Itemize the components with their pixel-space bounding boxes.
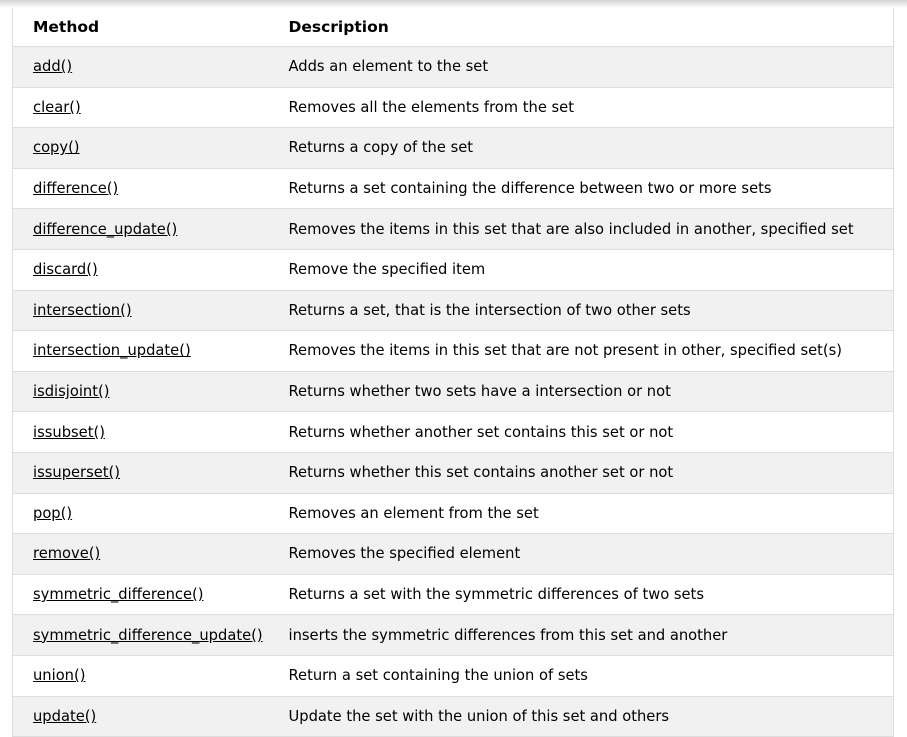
method-cell: remove() <box>12 533 271 575</box>
method-link[interactable]: intersection_update() <box>33 342 191 359</box>
table-header-row: Method Description <box>12 7 894 47</box>
table-row: intersection() Returns a set, that is the… <box>12 290 894 332</box>
method-link[interactable]: copy() <box>33 139 80 156</box>
table-row: difference() Returns a set containing the… <box>12 168 894 210</box>
method-link[interactable]: pop() <box>33 505 72 522</box>
method-link[interactable]: isdisjoint() <box>33 383 109 400</box>
description-cell: Returns a set with the symmetric differe… <box>270 574 894 616</box>
table-row: remove() Removes the specified element <box>12 533 894 575</box>
table-row: update() Update the set with the union of… <box>12 696 894 737</box>
table-row: copy() Returns a copy of the set <box>12 127 894 169</box>
description-cell: Removes the items in this set that are a… <box>270 208 894 250</box>
method-link[interactable]: issubset() <box>33 424 105 441</box>
table-row: add() Adds an element to the set <box>12 46 894 88</box>
table-row: isdisjoint() Returns whether two sets hav… <box>12 371 894 413</box>
table-row: symmetric_difference_update() inserts the… <box>12 614 894 656</box>
method-link[interactable]: symmetric_difference_update() <box>33 627 263 644</box>
method-cell: intersection_update() <box>12 330 271 372</box>
method-cell: intersection() <box>12 290 271 332</box>
description-cell: Returns a copy of the set <box>270 127 894 169</box>
column-header-description: Description <box>270 7 894 47</box>
method-cell: symmetric_difference() <box>12 574 271 616</box>
method-link[interactable]: difference_update() <box>33 221 177 238</box>
description-cell: Returns a set, that is the intersection … <box>270 290 894 332</box>
method-link[interactable]: union() <box>33 667 85 684</box>
top-scroll-shadow <box>0 0 907 8</box>
method-cell: add() <box>12 46 271 88</box>
method-cell: issuperset() <box>12 452 271 494</box>
method-link[interactable]: intersection() <box>33 302 132 319</box>
table-row: issubset() Returns whether another set co… <box>12 411 894 453</box>
description-cell: Returns a set containing the difference … <box>270 168 894 210</box>
description-cell: Returns whether two sets have a intersec… <box>270 371 894 413</box>
method-cell: isdisjoint() <box>12 371 271 413</box>
table-row: union() Return a set containing the union… <box>12 655 894 697</box>
method-link[interactable]: add() <box>33 58 72 75</box>
description-cell: Adds an element to the set <box>270 46 894 88</box>
method-cell: pop() <box>12 493 271 535</box>
description-cell: Return a set containing the union of set… <box>270 655 894 697</box>
method-cell: difference_update() <box>12 208 271 250</box>
method-cell: clear() <box>12 87 271 129</box>
reference-page: Method Description add() Adds an element … <box>0 0 907 737</box>
description-cell: Returns whether this set contains anothe… <box>270 452 894 494</box>
method-link[interactable]: update() <box>33 708 96 725</box>
method-cell: copy() <box>12 127 271 169</box>
method-cell: symmetric_difference_update() <box>12 614 271 656</box>
table-row: discard() Remove the specified item <box>12 249 894 291</box>
description-cell: Removes the items in this set that are n… <box>270 330 894 372</box>
method-cell: update() <box>12 696 271 737</box>
set-methods-table: Method Description add() Adds an element … <box>12 7 894 737</box>
description-cell: Update the set with the union of this se… <box>270 696 894 737</box>
table-row: issuperset() Returns whether this set con… <box>12 452 894 494</box>
description-cell: Removes all the elements from the set <box>270 87 894 129</box>
table-body: add() Adds an element to the set clear() Re… <box>12 46 894 737</box>
description-cell: Remove the specified item <box>270 249 894 291</box>
table-header: Method Description <box>12 7 894 47</box>
method-cell: discard() <box>12 249 271 291</box>
table-row: symmetric_difference() Returns a set with… <box>12 574 894 616</box>
description-cell: inserts the symmetric differences from t… <box>270 614 894 656</box>
method-link[interactable]: symmetric_difference() <box>33 586 203 603</box>
method-cell: difference() <box>12 168 271 210</box>
method-link[interactable]: discard() <box>33 261 98 278</box>
table-row: clear() Removes all the elements from the… <box>12 87 894 129</box>
description-cell: Returns whether another set contains thi… <box>270 411 894 453</box>
method-link[interactable]: clear() <box>33 99 81 116</box>
description-cell: Removes an element from the set <box>270 493 894 535</box>
table-row: difference_update() Removes the items in … <box>12 208 894 250</box>
method-link[interactable]: difference() <box>33 180 118 197</box>
description-cell: Removes the specified element <box>270 533 894 575</box>
table-row: intersection_update() Removes the items i… <box>12 330 894 372</box>
method-cell: issubset() <box>12 411 271 453</box>
method-link[interactable]: remove() <box>33 545 100 562</box>
table-row: pop() Removes an element from the set <box>12 493 894 535</box>
method-link[interactable]: issuperset() <box>33 464 120 481</box>
column-header-method: Method <box>12 7 271 47</box>
method-cell: union() <box>12 655 271 697</box>
